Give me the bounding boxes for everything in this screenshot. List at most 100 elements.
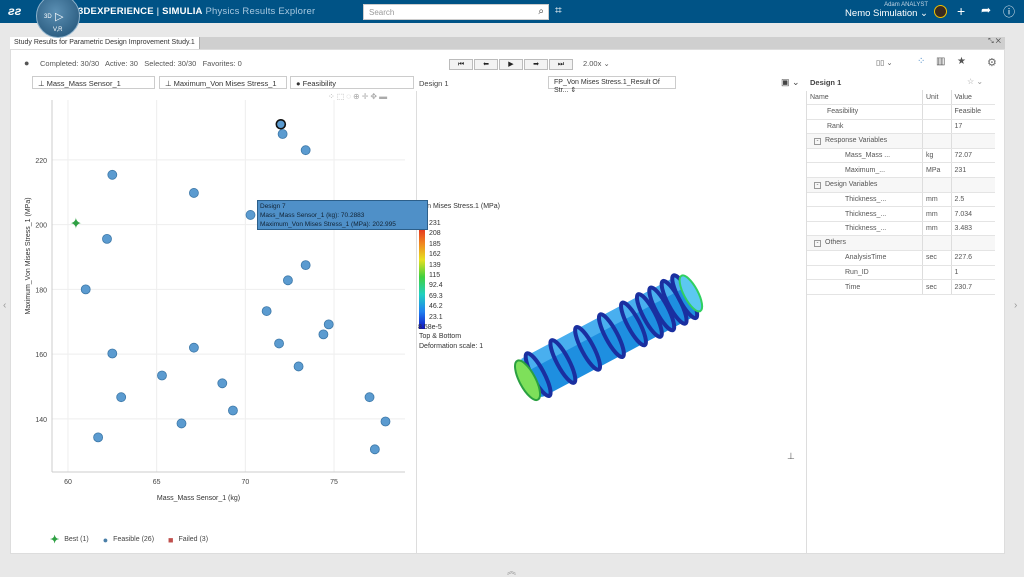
minimize-close-icons[interactable]: ⤡ ✕	[988, 38, 1001, 46]
table-cell: MPa	[922, 162, 952, 179]
search-input[interactable]: Search ⌕	[363, 4, 549, 20]
legend-failed[interactable]: ■ Failed (3)	[168, 535, 208, 545]
x-tick-label: 60	[64, 479, 72, 486]
feasible-point[interactable]	[107, 348, 118, 359]
feasible-point[interactable]	[261, 306, 272, 316]
scatter-icon[interactable]: ⁘	[917, 56, 925, 67]
add-icon[interactable]: +	[957, 3, 965, 19]
table-row[interactable]: Run_ID 1	[807, 265, 995, 281]
table-row[interactable]: Thickness_... mm 2.5	[807, 192, 995, 208]
surface-label: Top & Bottom	[419, 333, 462, 340]
feasible-point[interactable]	[116, 392, 127, 403]
feasible-point[interactable]	[323, 319, 334, 330]
feasible-point[interactable]	[364, 392, 375, 403]
feasible-point[interactable]	[380, 416, 391, 427]
settings-icon[interactable]: ⚙	[987, 56, 997, 69]
best-point[interactable]: ✦	[70, 216, 83, 233]
y-axis-label: Maximum_Von Mises Stress_1 (MPa)	[25, 197, 32, 314]
share-icon[interactable]: ➦	[981, 3, 991, 17]
feasible-point[interactable]	[80, 284, 91, 295]
search-icon[interactable]: ⌕	[538, 6, 544, 17]
table-row[interactable]: Thickness_... mm 3.483	[807, 221, 995, 237]
colorbar-label: 139	[429, 261, 441, 269]
tab-study-results[interactable]: Study Results for Parametric Design Impr…	[10, 37, 200, 49]
table-row[interactable]: - Others	[807, 235, 995, 252]
feasible-point[interactable]	[293, 361, 304, 372]
ds-logo[interactable]: ƨƨ	[8, 4, 21, 18]
colorbar-label: 208	[429, 230, 441, 238]
speed-select[interactable]: 2.00x ⌄	[583, 59, 610, 68]
compass-widget[interactable]: 3D ▷ V,R	[36, 0, 80, 38]
image-icon[interactable]: ▣ ⌄	[781, 77, 800, 88]
color-legend: Von Mises Stress.1 (MPa) 231 208 185 162 139…	[418, 203, 500, 350]
play-button[interactable]: ▶	[499, 59, 523, 70]
feasible-point[interactable]	[228, 405, 238, 416]
details-star-icon[interactable]: ☆ ⌄	[967, 77, 983, 86]
help-icon[interactable]: ⓘ	[1003, 3, 1015, 20]
collapse-icon[interactable]: -	[814, 181, 821, 189]
right-expand-icon[interactable]: ›	[1014, 300, 1017, 311]
collapse-icon[interactable]: -	[814, 138, 821, 146]
feasible-point[interactable]	[157, 370, 167, 381]
feasible-point[interactable]	[274, 338, 284, 349]
table-cell: Run_ID	[807, 265, 923, 281]
feasible-point[interactable]	[277, 129, 288, 139]
table-row[interactable]: Feasibility Feasible	[807, 104, 995, 120]
feasible-point[interactable]	[283, 275, 293, 286]
legend-feasible[interactable]: ● Feasible (26)	[103, 535, 154, 545]
table-cell: Mass_Mass ...	[807, 148, 923, 164]
table-cell: kg	[922, 148, 952, 164]
table-row[interactable]: Thickness_... mm 7.034	[807, 206, 995, 222]
table-row[interactable]: Time sec 230.7	[807, 279, 995, 295]
feasible-point[interactable]	[318, 329, 329, 340]
table-row[interactable]: Mass_Mass ... kg 72.07	[807, 148, 995, 164]
feasible-point[interactable]	[107, 169, 118, 180]
next-button[interactable]: ➡	[524, 59, 548, 70]
colorbar-label: 8.58e-5	[418, 324, 442, 331]
feasible-point[interactable]	[217, 378, 228, 389]
info-icon[interactable]: ●	[24, 58, 29, 68]
table-row[interactable]: AnalysisTime sec 227.6	[807, 250, 995, 266]
user-menu[interactable]: Adam ANALYST Nemo Simulation ⌄	[845, 2, 928, 19]
bottom-expand-icon[interactable]: ︽	[507, 564, 516, 577]
last-button[interactable]: ⏭	[549, 59, 573, 70]
legend-best[interactable]: ✦ Best (1)	[50, 533, 89, 546]
y-axis-field[interactable]: ⊥ Maximum_Von Mises Stress_1	[159, 76, 287, 89]
feasible-point[interactable]	[102, 233, 112, 244]
y-tick-label: 180	[35, 287, 47, 294]
table-cell: 17	[950, 119, 995, 135]
table-cell	[950, 177, 995, 193]
feasible-point[interactable]	[245, 210, 256, 220]
favorite-icon[interactable]: ★	[957, 56, 966, 67]
feasible-point[interactable]	[300, 145, 311, 156]
table-cell: sec	[922, 279, 952, 295]
x-tick-label: 65	[153, 479, 161, 486]
table-row[interactable]: Rank 17	[807, 119, 995, 135]
table-row[interactable]: - Response Variables	[807, 133, 995, 149]
table-row[interactable]: Maximum_... MPa 231	[807, 162, 995, 179]
table-row[interactable]: - Design Variables	[807, 177, 995, 193]
feasible-point[interactable]	[189, 342, 199, 353]
feasible-point[interactable]	[369, 444, 380, 455]
collapse-icon[interactable]: -	[814, 240, 821, 248]
feasible-point[interactable]	[275, 118, 287, 130]
feasible-point[interactable]	[300, 260, 311, 271]
x-tick-label: 75	[330, 479, 338, 486]
colorbar-label: 46.2	[429, 303, 443, 311]
columns-icon[interactable]: ▥	[936, 56, 945, 67]
tag-icon[interactable]: ⌗	[555, 3, 562, 18]
previous-button[interactable]: ⬅	[474, 59, 498, 70]
scatter-plot[interactable]: 60 65 70 75 140 160 180 200 220 Mass_Mass Sensor_…	[20, 92, 420, 532]
x-axis-field[interactable]: ⊥ Mass_Mass Sensor_1	[32, 76, 155, 89]
color-field[interactable]: ● Feasibility	[290, 76, 414, 89]
table-cell: 2.5	[950, 192, 995, 208]
left-expand-icon[interactable]: ‹	[3, 300, 6, 311]
first-button[interactable]: ⏮	[449, 59, 473, 70]
feasible-point[interactable]	[93, 432, 104, 443]
layout-icon[interactable]: ▯▯ ⌄	[876, 58, 893, 67]
table-cell: 230.7	[950, 279, 995, 295]
feasible-point[interactable]	[189, 188, 199, 198]
result-select[interactable]: FP_Von Mises Stress.1_Result Of Str... ⇕	[548, 76, 676, 94]
avatar[interactable]	[934, 5, 947, 18]
feasible-point[interactable]	[176, 418, 187, 429]
